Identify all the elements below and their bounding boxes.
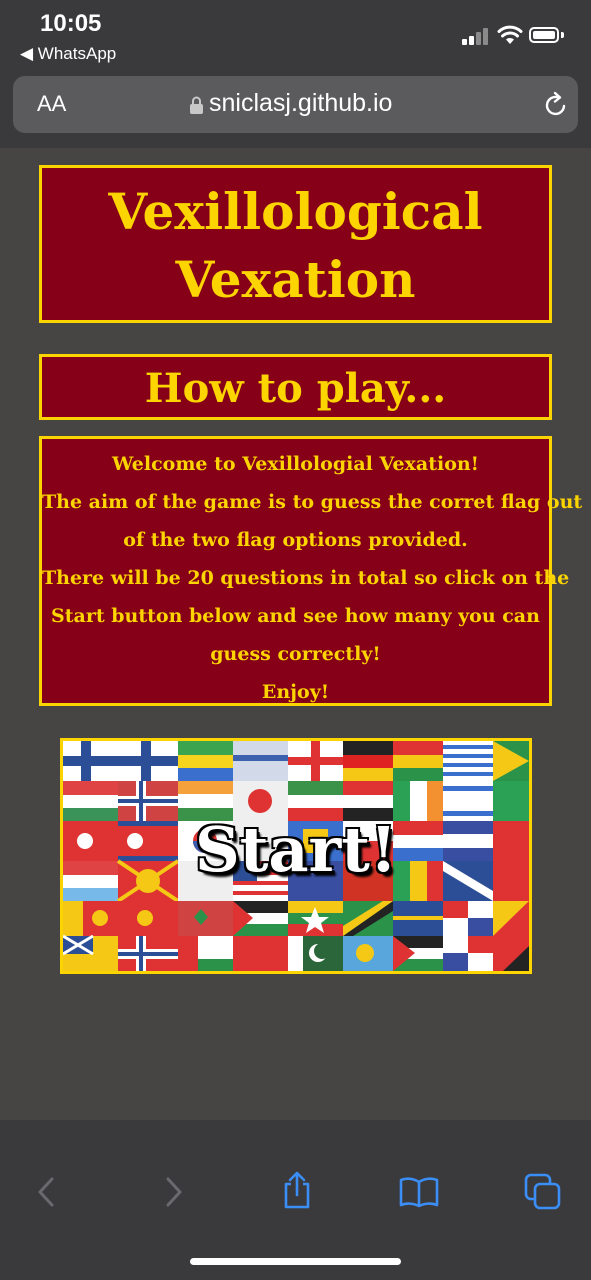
back-to-app-link[interactable]: ◀ WhatsApp [20, 44, 116, 64]
page-title: Vexillological Vexation [42, 178, 549, 314]
address-bar[interactable]: AA sniclasj.github.io [13, 76, 578, 133]
browser-address-area: AA sniclasj.github.io [0, 68, 591, 148]
share-icon[interactable] [280, 1170, 314, 1210]
instruction-line: The aim of the game is to guess the corr… [42, 491, 583, 513]
bookmarks-icon[interactable] [399, 1175, 439, 1209]
instruction-line: guess correctly! [210, 643, 381, 665]
instruction-line: Welcome to Vexillologial Vexation! [111, 453, 480, 475]
instruction-line: Enjoy! [261, 681, 330, 703]
battery-tip [561, 32, 564, 38]
instruction-line: of the two flag options provided. [123, 529, 468, 551]
start-button[interactable]: Start! [60, 738, 532, 974]
wifi-icon [497, 25, 523, 44]
tabs-icon[interactable] [524, 1173, 562, 1211]
forward-chevron-icon[interactable] [156, 1175, 190, 1209]
browser-toolbar [0, 1120, 591, 1280]
status-bar: 10:05 ◀ WhatsApp [0, 0, 591, 68]
how-to-play-heading: How to play... [144, 365, 447, 412]
reload-icon[interactable] [542, 91, 570, 119]
title-line-1: Vexillological [108, 182, 483, 241]
battery-icon [529, 27, 559, 43]
title-line-2: Vexation [175, 250, 416, 309]
lock-icon [190, 96, 203, 114]
instruction-line: There will be 20 questions in total so c… [42, 567, 570, 589]
instruction-line: Start button below and see how many you … [51, 605, 540, 627]
text-size-button[interactable]: AA [37, 91, 66, 117]
back-chevron-icon[interactable] [30, 1175, 64, 1209]
home-indicator [190, 1258, 401, 1265]
title-banner: Vexillological Vexation [39, 165, 552, 323]
how-to-play-banner: How to play... [39, 354, 552, 420]
instructions-panel: Welcome to Vexillologial Vexation! The a… [39, 436, 583, 706]
status-time: 10:05 [40, 10, 102, 37]
cellular-signal-icon [462, 27, 492, 45]
url-text[interactable]: sniclasj.github.io [209, 89, 392, 118]
start-label: Start! [194, 813, 398, 886]
